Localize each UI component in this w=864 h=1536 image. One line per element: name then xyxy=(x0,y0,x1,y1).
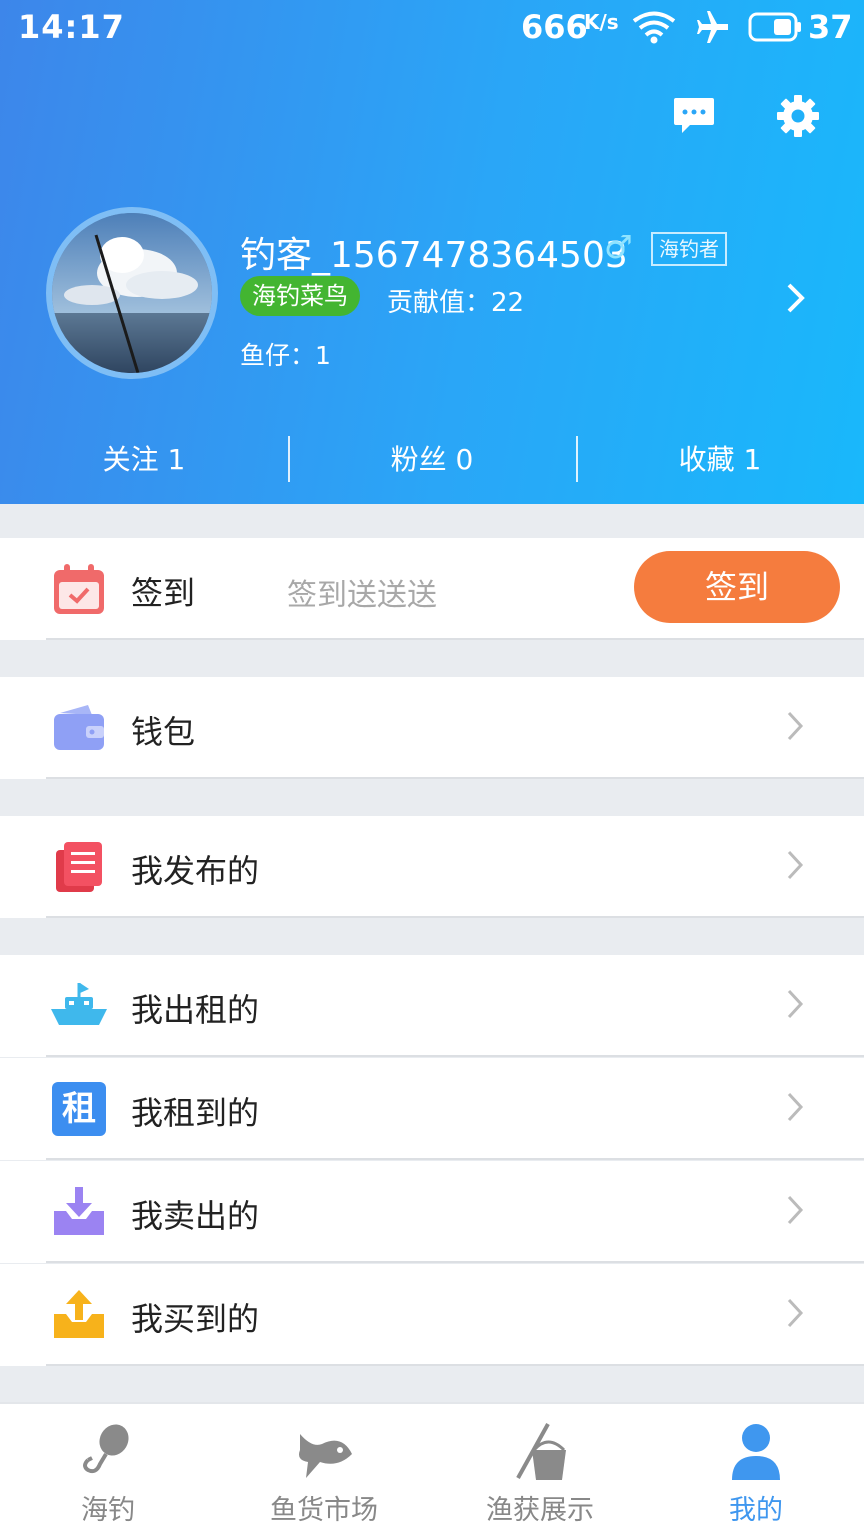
tab-fish-market[interactable]: 鱼货市场 xyxy=(216,1404,432,1536)
status-time: 14:17 xyxy=(18,8,125,46)
tab-catch-showcase[interactable]: 渔获展示 xyxy=(432,1404,648,1536)
stat-favorites[interactable]: 收藏 1 xyxy=(576,432,864,488)
bottom-tab-bar: 海钓 鱼货市场 渔获展示 我的 xyxy=(0,1402,864,1536)
airplane-icon xyxy=(697,11,728,43)
network-speed: 666 xyxy=(521,8,588,46)
divider xyxy=(46,1055,864,1057)
settings-icon xyxy=(777,95,819,137)
network-speed-unit: K/s xyxy=(584,10,619,34)
menu-item-bought[interactable]: 我买到的 xyxy=(0,1264,864,1366)
tab-mine[interactable]: 我的 xyxy=(648,1404,864,1536)
fish-fry-value: 鱼仔：1 xyxy=(240,341,331,370)
inbox-upload-icon xyxy=(54,1290,104,1338)
profile-header: 14:17 666 K/s 37 钓客_1567478364503 ♂ 海钓者 … xyxy=(0,0,864,504)
inbox-download-icon xyxy=(54,1187,104,1235)
sold-label: 我卖出的 xyxy=(131,1197,260,1235)
wallet-icon xyxy=(54,705,104,750)
menu-item-rented-in[interactable]: 租 我租到的 xyxy=(0,1058,864,1160)
chevron-right-icon xyxy=(787,989,804,1019)
tab-sea-fishing[interactable]: 海钓 xyxy=(0,1404,216,1536)
menu-item-published[interactable]: 我发布的 xyxy=(0,816,864,918)
stat-divider xyxy=(576,436,578,482)
battery-level: 37 xyxy=(808,8,853,46)
published-label: 我发布的 xyxy=(131,852,260,890)
gender-icon: ♂ xyxy=(604,228,633,266)
avatar-photo xyxy=(52,213,212,373)
checkin-row: 签到 签到送送送 签到 xyxy=(0,538,864,640)
tab-label: 鱼货市场 xyxy=(270,1495,378,1526)
contribution-value: 贡献值：22 xyxy=(387,288,525,318)
profile-icon xyxy=(732,1424,780,1480)
stats-bar: 关注 1 粉丝 0 收藏 1 xyxy=(0,432,864,488)
avatar[interactable] xyxy=(46,207,218,379)
wifi-icon xyxy=(632,11,676,44)
document-icon xyxy=(56,842,102,892)
rent-icon: 租 xyxy=(52,1082,106,1136)
tab-label: 渔获展示 xyxy=(486,1495,594,1526)
username: 钓客_1567478364503 xyxy=(240,235,628,276)
stat-followers[interactable]: 粉丝 0 xyxy=(288,432,576,488)
message-icon xyxy=(674,98,714,133)
settings-button[interactable] xyxy=(774,92,822,140)
divider xyxy=(46,777,864,779)
wallet-label: 钱包 xyxy=(131,713,196,751)
stat-divider xyxy=(288,436,290,482)
chevron-right-icon xyxy=(787,1298,804,1328)
rented-in-label: 我租到的 xyxy=(131,1094,260,1132)
status-bar: 14:17 666 K/s 37 xyxy=(0,0,864,54)
menu-item-wallet[interactable]: 钱包 xyxy=(0,677,864,779)
battery-icon xyxy=(748,12,801,42)
bought-label: 我买到的 xyxy=(131,1300,260,1338)
divider xyxy=(46,1364,864,1366)
boat-icon xyxy=(51,983,107,1025)
stat-following[interactable]: 关注 1 xyxy=(0,432,288,488)
rented-out-label: 我出租的 xyxy=(131,991,260,1029)
menu-item-sold[interactable]: 我卖出的 xyxy=(0,1161,864,1263)
fishing-hook-icon xyxy=(83,1424,129,1474)
divider xyxy=(46,638,864,640)
checkin-hint: 签到送送送 xyxy=(287,578,437,613)
tab-label: 我的 xyxy=(729,1495,783,1526)
divider xyxy=(46,1261,864,1263)
divider xyxy=(46,1158,864,1160)
catch-bucket-icon xyxy=(516,1423,566,1480)
menu-item-rented-out[interactable]: 我出租的 xyxy=(0,955,864,1057)
message-button[interactable] xyxy=(670,92,718,140)
divider xyxy=(46,916,864,918)
tab-label: 海钓 xyxy=(81,1495,135,1526)
chevron-right-icon xyxy=(787,1195,804,1225)
fish-icon xyxy=(299,1434,352,1478)
chevron-right-icon xyxy=(787,711,804,741)
calendar-icon xyxy=(54,564,104,614)
level-badge: 海钓菜鸟 xyxy=(240,276,360,316)
checkin-label: 签到 xyxy=(131,574,196,612)
checkin-button[interactable]: 签到 xyxy=(634,551,840,623)
role-badge: 海钓者 xyxy=(651,232,727,266)
chevron-right-icon[interactable] xyxy=(784,282,808,314)
chevron-right-icon xyxy=(787,850,804,880)
chevron-right-icon xyxy=(787,1092,804,1122)
